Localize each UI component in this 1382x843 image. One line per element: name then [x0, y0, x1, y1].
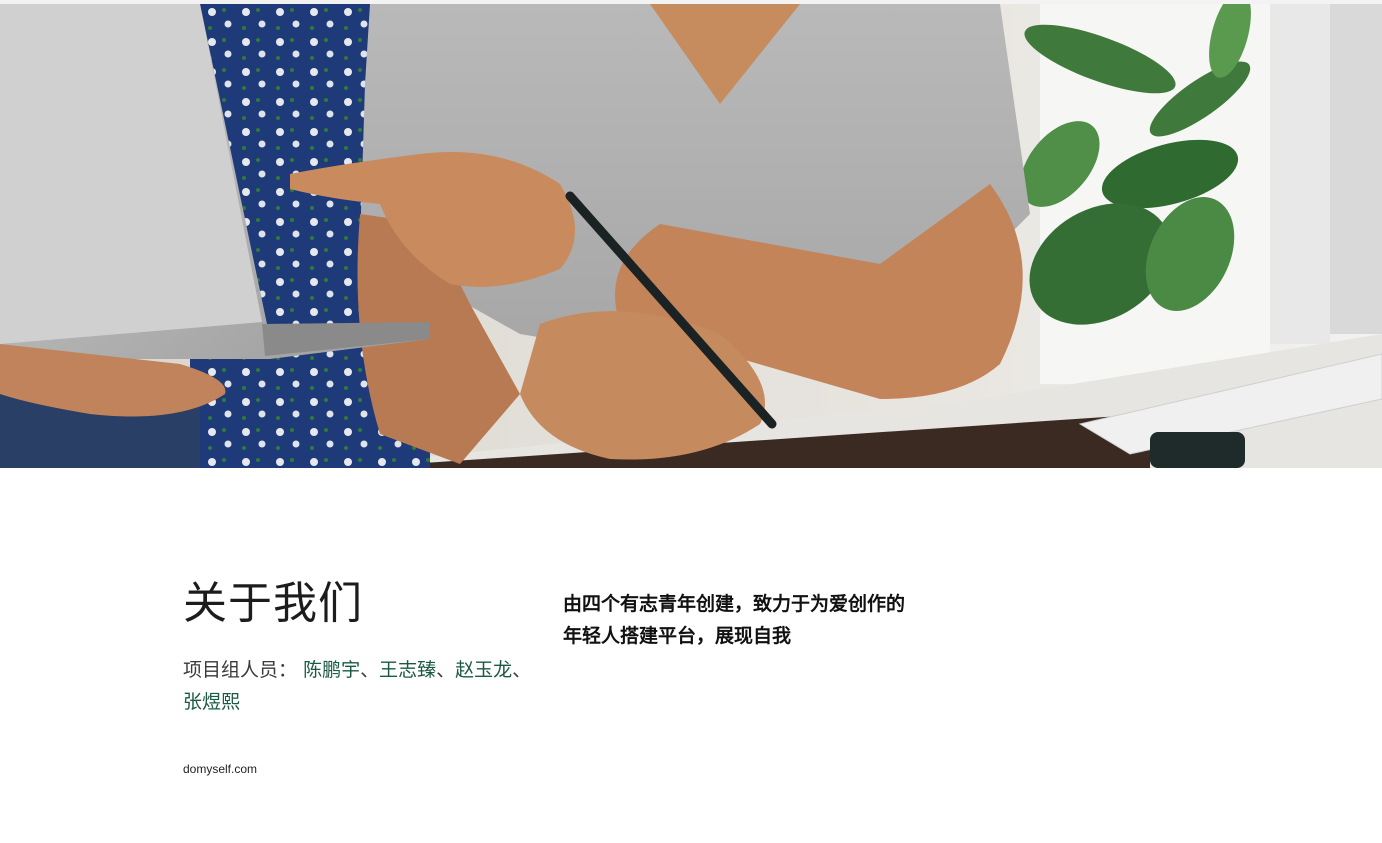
member-name: 陈鹏宇 [303, 659, 361, 681]
about-section: 关于我们 项目组人员： 陈鹏宇、王志臻、赵玉龙、张煜熙 [183, 578, 543, 718]
members-list: 项目组人员： 陈鹏宇、王志臻、赵玉龙、张煜熙 [183, 654, 533, 718]
site-domain-link[interactable]: domyself.com [183, 762, 257, 776]
about-title: 关于我们 [183, 578, 363, 629]
hero-photo-illustration [0, 4, 1382, 468]
members-label: 项目组人员： [183, 659, 298, 681]
member-separator: 、 [360, 659, 380, 681]
member-name: 张煜熙 [183, 691, 241, 713]
tagline-line-1: 由四个有志青年创建，致力于为爱创作的 [563, 593, 906, 615]
member-separator: 、 [436, 659, 456, 681]
hero-image [0, 4, 1382, 468]
tagline-line-2: 年轻人搭建平台，展现自我 [563, 625, 792, 647]
member-name: 王志臻 [379, 659, 437, 681]
member-separator: 、 [512, 659, 532, 681]
tagline: 由四个有志青年创建，致力于为爱创作的 年轻人搭建平台，展现自我 [563, 588, 933, 652]
member-name: 赵玉龙 [455, 659, 513, 681]
